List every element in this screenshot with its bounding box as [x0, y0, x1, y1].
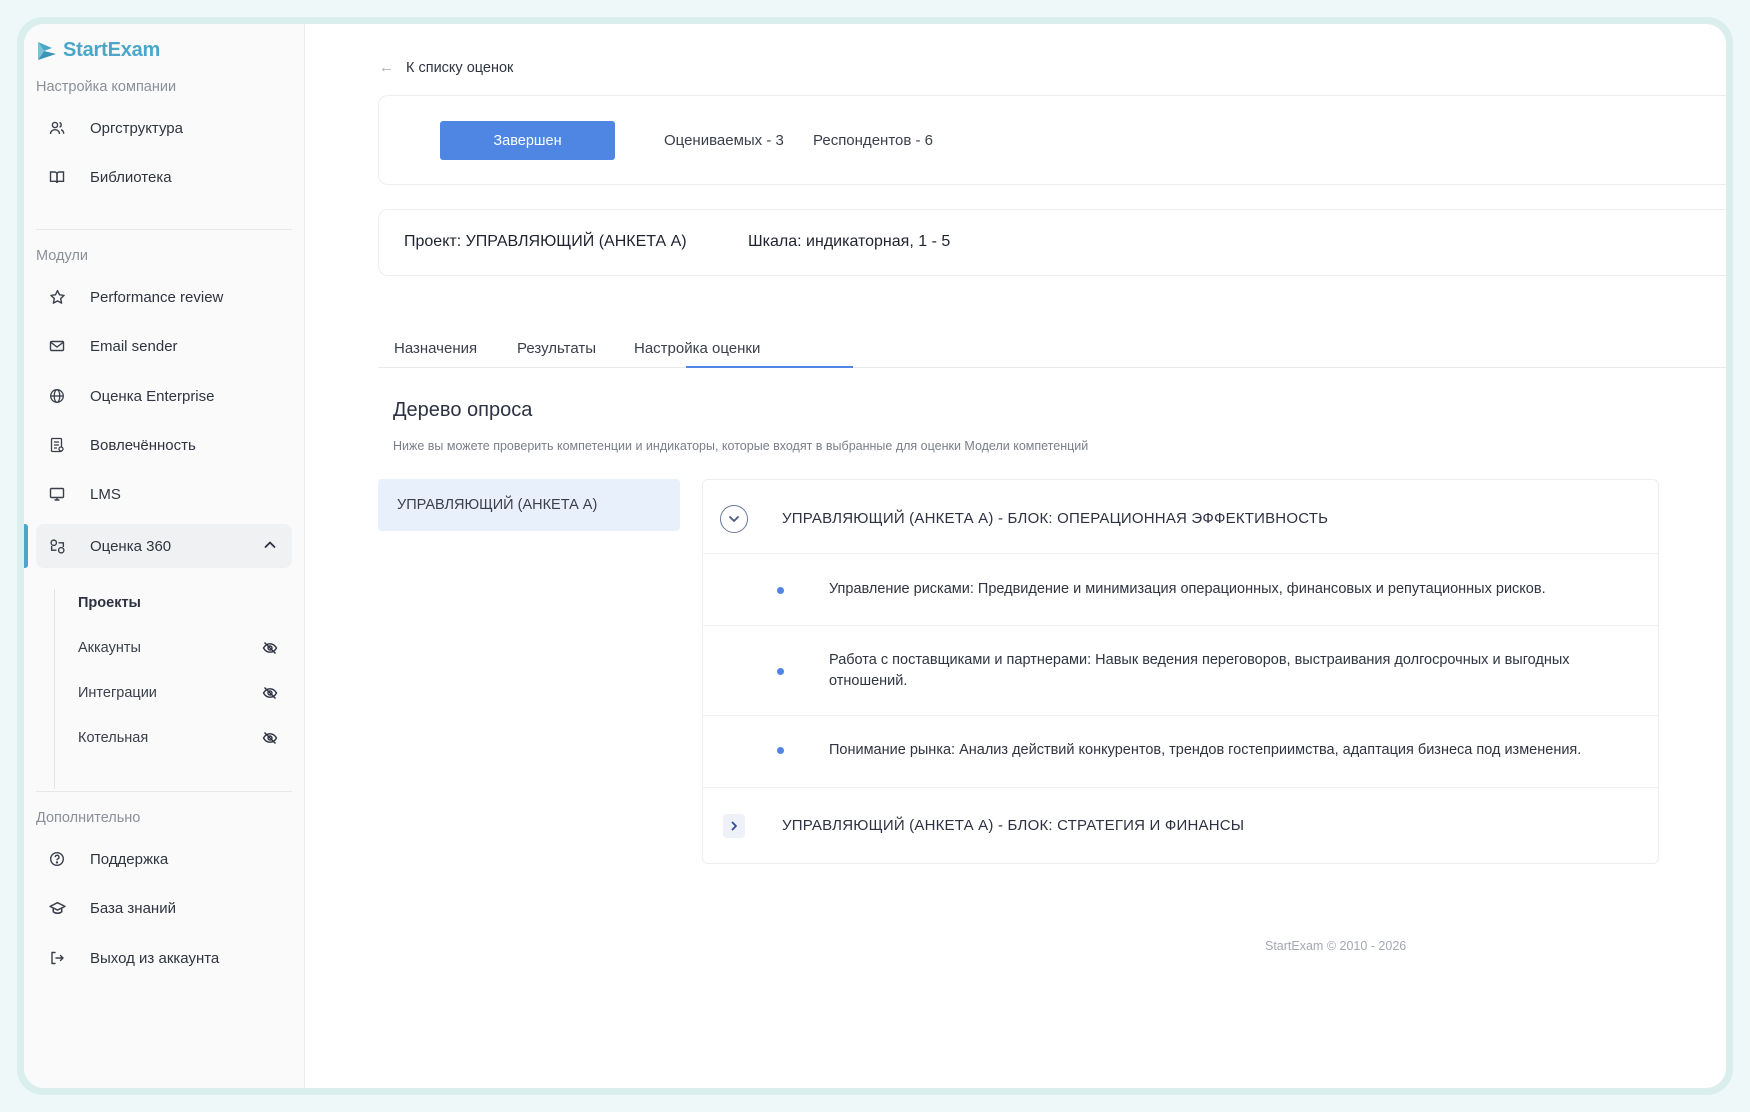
model-list-item[interactable]: УПРАВЛЯЮЩИЙ (АНКЕТА А) — [378, 479, 680, 531]
sidebar-item-label: Оргструктура — [90, 119, 183, 137]
sidebar-item-label: Вовлечённость — [90, 436, 196, 454]
evaluated-count[interactable]: Оцениваемых - 3 — [664, 132, 784, 149]
tabs: Назначения Результаты Настройка оценки — [378, 322, 1726, 368]
section-extra-label: Дополнительно — [36, 810, 141, 826]
eye-off-icon — [262, 685, 278, 705]
logo-text: StartExam — [63, 39, 161, 61]
main-content: ← К списку оценок Завершен Оцениваемых -… — [305, 24, 1726, 1088]
chevron-up-icon[interactable] — [262, 537, 278, 557]
app-window: StartExam Настройка компании Оргструктур… — [24, 24, 1726, 1088]
submenu-item-label: Проекты — [78, 595, 141, 611]
sidebar-item-performance-review[interactable]: Performance review — [36, 275, 292, 319]
sidebar-item-label: LMS — [90, 485, 121, 503]
sidebar-item-label: Выход из аккаунта — [90, 949, 220, 967]
indicator-row: Понимание рынка: Анализ действий конкуре… — [703, 716, 1658, 788]
project-card: Проект: УПРАВЛЯЮЩИЙ (АНКЕТА А) Шкала: ин… — [378, 209, 1726, 276]
sidebar-item-label: База знаний — [90, 899, 176, 917]
sidebar-item-library[interactable]: Библиотека — [36, 155, 292, 199]
indicator-text: Управление рисками: Предвидение и миними… — [829, 581, 1546, 597]
submenu-item-label: Котельная — [78, 730, 149, 746]
sidebar: StartExam Настройка компании Оргструктур… — [24, 24, 305, 1088]
indicator-text: Работа с поставщиками и партнерами: Навы… — [829, 652, 1570, 689]
back-link[interactable]: ← К списку оценок — [379, 59, 513, 76]
graduation-cap-icon — [48, 899, 66, 917]
book-icon — [48, 168, 66, 186]
mail-icon — [48, 337, 66, 355]
logout-icon — [48, 949, 66, 967]
help-circle-icon — [48, 850, 66, 868]
active-tab-indicator — [686, 366, 853, 368]
status-card: Завершен Оцениваемых - 3 Респондентов - … — [378, 95, 1726, 185]
submenu-item-label: Аккаунты — [78, 640, 141, 656]
eye-off-icon — [262, 640, 278, 660]
sidebar-item-label: Оценка 360 — [90, 537, 172, 555]
section-modules-label: Модули — [36, 248, 88, 264]
tree-panel: УПРАВЛЯЮЩИЙ (АНКЕТА А) - БЛОК: ОПЕРАЦИОН… — [702, 479, 1659, 864]
sidebar-item-enterprise[interactable]: Оценка Enterprise — [36, 374, 292, 418]
sidebar-item-label: Библиотека — [90, 168, 172, 186]
sidebar-item-label: Поддержка — [90, 850, 169, 868]
sidebar-item-engagement[interactable]: Вовлечённость — [36, 423, 292, 467]
tab-settings[interactable]: Настройка оценки — [634, 340, 760, 357]
block-title: УПРАВЛЯЮЩИЙ (АНКЕТА А) - БЛОК: ОПЕРАЦИОН… — [782, 510, 1329, 527]
submenu-item-accounts[interactable]: Аккаунты — [78, 628, 278, 668]
bullet-dot — [777, 747, 784, 754]
bullet-dot — [777, 587, 784, 594]
clipboard-icon — [48, 436, 66, 454]
section-company-label: Настройка компании — [36, 79, 177, 95]
submenu-item-integrations[interactable]: Интеграции — [78, 673, 278, 713]
respondents-count[interactable]: Респондентов - 6 — [813, 132, 933, 149]
sidebar-item-label: Email sender — [90, 337, 178, 355]
globe-icon — [48, 387, 66, 405]
users-icon — [48, 119, 66, 137]
tree-title: Дерево опроса — [393, 399, 533, 421]
submenu-line — [54, 589, 55, 789]
monitor-icon — [48, 485, 66, 503]
submenu-item-label: Интеграции — [78, 685, 157, 701]
tab-assignments[interactable]: Назначения — [394, 340, 477, 357]
logo[interactable]: StartExam — [36, 39, 160, 62]
bullet-dot — [777, 668, 784, 675]
sidebar-item-label: Оценка Enterprise — [90, 387, 215, 405]
active-marker — [24, 524, 28, 568]
block-header[interactable]: УПРАВЛЯЮЩИЙ (АНКЕТА А) - БЛОК: СТРАТЕГИЯ… — [703, 788, 1658, 862]
chevron-right-icon[interactable] — [723, 814, 745, 838]
tab-results[interactable]: Результаты — [517, 340, 596, 357]
sidebar-divider — [36, 791, 292, 792]
circles-icon — [48, 537, 66, 555]
arrow-left-icon: ← — [379, 59, 394, 76]
indicator-row: Работа с поставщиками и партнерами: Навы… — [703, 626, 1658, 716]
window-frame: StartExam Настройка компании Оргструктур… — [17, 17, 1733, 1095]
sidebar-item-360[interactable]: Оценка 360 — [36, 524, 292, 568]
indicator-row: Управление рисками: Предвидение и миними… — [703, 554, 1658, 626]
sidebar-item-lms[interactable]: LMS — [36, 472, 292, 516]
sidebar-item-orgstructure[interactable]: Оргструктура — [36, 106, 292, 150]
sidebar-divider — [36, 229, 292, 230]
submenu-item-boiler[interactable]: Котельная — [78, 718, 278, 758]
sidebar-item-label: Performance review — [90, 288, 224, 306]
sidebar-item-knowledge-base[interactable]: База знаний — [36, 886, 292, 930]
back-link-label: К списку оценок — [406, 59, 514, 76]
sidebar-item-email-sender[interactable]: Email sender — [36, 324, 292, 368]
block-header[interactable]: УПРАВЛЯЮЩИЙ (АНКЕТА А) - БЛОК: ОПЕРАЦИОН… — [703, 480, 1658, 554]
indicator-text: Понимание рынка: Анализ действий конкуре… — [829, 742, 1582, 758]
chevron-down-icon[interactable] — [720, 505, 748, 533]
status-button[interactable]: Завершен — [440, 121, 615, 160]
star-icon — [48, 288, 66, 306]
sidebar-item-logout[interactable]: Выход из аккаунта — [36, 936, 292, 980]
block-title: УПРАВЛЯЮЩИЙ (АНКЕТА А) - БЛОК: СТРАТЕГИЯ… — [782, 817, 1245, 834]
scale-info: Шкала: индикаторная, 1 - 5 — [748, 233, 951, 250]
sidebar-item-support[interactable]: Поддержка — [36, 837, 292, 881]
logo-icon — [38, 41, 56, 60]
footer-copyright: StartExam © 2010 - 2026 — [1265, 939, 1407, 953]
submenu-item-projects[interactable]: Проекты — [78, 583, 278, 623]
eye-off-icon — [262, 730, 278, 750]
project-name: Проект: УПРАВЛЯЮЩИЙ (АНКЕТА А) — [404, 233, 687, 250]
tree-description: Ниже вы можете проверить компетенции и и… — [393, 439, 1089, 453]
